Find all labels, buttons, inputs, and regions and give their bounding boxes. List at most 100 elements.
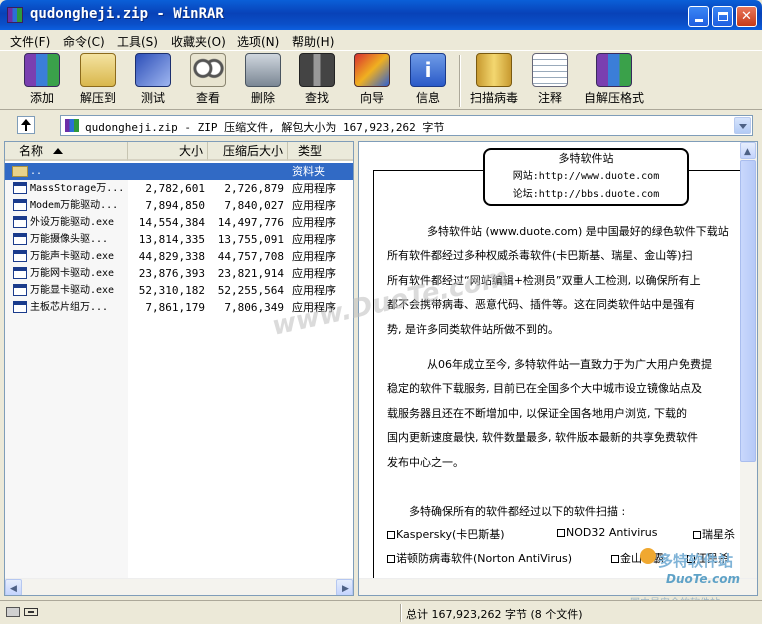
status-bar: 总计 167,923,262 字节 (8 个文件): [0, 600, 762, 624]
add-archive-icon: [24, 53, 60, 87]
folder-icon: [12, 166, 28, 177]
exe-file-icon: [13, 301, 27, 313]
sfx-button[interactable]: 自解压格式: [584, 53, 644, 109]
drive-icon[interactable]: [6, 607, 20, 617]
delete-icon: [245, 53, 281, 87]
checkbox-icon: [387, 531, 395, 539]
minimize-button[interactable]: [688, 6, 709, 27]
view-button[interactable]: 查看: [182, 53, 234, 109]
info-icon: i: [410, 53, 446, 87]
comment-button[interactable]: 注释: [524, 53, 576, 109]
comment-header-site: 网站:http://www.duote.com: [512, 171, 660, 182]
table-row[interactable]: 万能声卡驱动.exe 44,829,338 44,757,708 应用程序: [5, 248, 353, 265]
extract-to-button[interactable]: 解压到: [72, 53, 124, 109]
duote-logo-icon: [640, 548, 656, 564]
exe-file-icon: [13, 182, 27, 194]
exe-file-icon: [13, 250, 27, 262]
table-row[interactable]: 万能显卡驱动.exe 52,310,182 52,255,564 应用程序: [5, 282, 353, 299]
maximize-icon: [717, 12, 728, 21]
comment-line: 势, 是许多同类软件站所做不到的。: [387, 323, 559, 336]
column-header-name[interactable]: 名称: [5, 142, 128, 161]
test-icon: [135, 53, 171, 87]
delete-button[interactable]: 删除: [237, 53, 289, 109]
scroll-right-button[interactable]: ▶: [336, 579, 353, 595]
chevron-right-icon: ▶: [342, 584, 349, 594]
close-button[interactable]: ✕: [736, 6, 757, 27]
scroll-up-button[interactable]: ▲: [740, 142, 756, 159]
status-text: 总计 167,923,262 字节 (8 个文件): [406, 608, 583, 621]
key-icon[interactable]: [24, 608, 38, 616]
wizard-button[interactable]: 向导: [346, 53, 398, 109]
sort-ascending-icon: [53, 148, 64, 154]
menu-tools[interactable]: 工具(S): [117, 33, 158, 50]
checkbox-icon: [557, 529, 565, 537]
wizard-icon: [354, 53, 390, 87]
chevron-up-icon: ▲: [744, 147, 751, 157]
virus-scan-button[interactable]: 扫描病毒: [467, 53, 521, 109]
find-icon: [299, 53, 335, 87]
extract-to-icon: [80, 53, 116, 87]
address-field[interactable]: qudongheji.zip - ZIP 压缩文件, 解包大小为 167,923…: [60, 115, 753, 136]
column-header-size[interactable]: 大小: [128, 142, 208, 161]
window-title: qudongheji.zip - WinRAR: [30, 6, 224, 22]
address-bar: qudongheji.zip - ZIP 压缩文件, 解包大小为 167,923…: [0, 111, 762, 139]
status-divider: [400, 604, 402, 622]
menu-favorites[interactable]: 收藏夹(O): [171, 33, 226, 50]
checkbox-icon: [693, 531, 701, 539]
comment-line: 从06年成立至今, 多特软件站一直致力于为广大用户免费提: [427, 358, 712, 371]
table-row[interactable]: 外设万能驱动.exe 14,554,384 14,497,776 应用程序: [5, 214, 353, 231]
title-bar: qudongheji.zip - WinRAR ✕: [0, 0, 762, 30]
comment-icon: [532, 53, 568, 87]
virus-scan-icon: [476, 53, 512, 87]
menu-commands[interactable]: 命令(C): [63, 33, 105, 50]
comment-line: 多特软件站 (www.duote.com) 是中国最好的绿色软件下载站: [427, 225, 729, 238]
chevron-down-icon: [739, 124, 747, 129]
up-folder-button[interactable]: [17, 116, 35, 134]
toolbar: 添加 解压到 测试 查看 删除 查找 向导 i 信息 扫描病毒 注释 自解压格式: [0, 50, 762, 110]
column-header-packed[interactable]: 压缩后大小: [208, 142, 288, 161]
info-button[interactable]: i 信息: [402, 53, 454, 109]
chevron-left-icon: ◀: [10, 584, 17, 594]
comment-header-box: 多特软件站 网站:http://www.duote.com 论坛:http://…: [483, 148, 689, 206]
menu-options[interactable]: 选项(N): [237, 33, 279, 50]
menu-file[interactable]: 文件(F): [10, 33, 50, 50]
exe-file-icon: [13, 199, 27, 211]
comment-line: 国内更新速度最快, 软件数量最多, 软件版本最新的共享免费软件: [387, 431, 698, 444]
minimize-icon: [694, 19, 703, 22]
horizontal-scrollbar[interactable]: ◀ ▶: [5, 578, 353, 595]
table-row[interactable]: MassStorage万... 2,782,601 2,726,879 应用程序: [5, 180, 353, 197]
comment-header-forum: 论坛:http://bbs.duote.com: [512, 189, 660, 200]
comment-viewer: 多特软件站 网站:http://www.duote.com 论坛:http://…: [358, 141, 758, 596]
comment-line: 发布中心之一。: [387, 456, 464, 469]
file-list: 名称 大小 压缩后大小 类型 .. 资料夹 MassStorage万... 2,…: [4, 141, 354, 596]
vertical-scrollbar[interactable]: ▲: [740, 142, 757, 579]
exe-file-icon: [13, 267, 27, 279]
add-button[interactable]: 添加: [16, 53, 68, 109]
table-row[interactable]: 万能摄像头驱... 13,814,335 13,755,091 应用程序: [5, 231, 353, 248]
exe-file-icon: [13, 284, 27, 296]
table-row-parent[interactable]: .. 资料夹: [5, 163, 353, 180]
find-button[interactable]: 查找: [291, 53, 343, 109]
table-row[interactable]: Modem万能驱动... 7,894,850 7,840,027 应用程序: [5, 197, 353, 214]
address-text: qudongheji.zip - ZIP 压缩文件, 解包大小为 167,923…: [85, 121, 445, 134]
table-row[interactable]: 万能网卡驱动.exe 23,876,393 23,821,914 应用程序: [5, 265, 353, 282]
test-button[interactable]: 测试: [127, 53, 179, 109]
duote-logo-watermark: 多特软件站 DuoTe.com 国内最安全的软件站: [630, 548, 760, 609]
archive-icon: [65, 119, 79, 132]
scan-intro: 多特确保所有的软件都经过以下的软件扫描 :: [409, 505, 626, 518]
address-dropdown-button[interactable]: [734, 117, 751, 134]
comment-line: 稳定的软件下载服务, 目前已在全国多个大中城市设立镜像站点及: [387, 382, 702, 395]
view-icon: [190, 53, 226, 87]
menu-bar: 文件(F) 命令(C) 工具(S) 收藏夹(O) 选项(N) 帮助(H): [0, 30, 762, 50]
checkbox-icon: [611, 555, 619, 563]
comment-line: 所有软件都经过多种权威杀毒软件(卡巴斯基、瑞星、金山等)扫: [387, 249, 693, 262]
menu-help[interactable]: 帮助(H): [292, 33, 334, 50]
winrar-app-icon: [7, 7, 23, 23]
toolbar-separator: [459, 55, 461, 107]
exe-file-icon: [13, 216, 27, 228]
maximize-button[interactable]: [712, 6, 733, 27]
scroll-left-button[interactable]: ◀: [5, 579, 22, 595]
column-header-type[interactable]: 类型: [288, 142, 353, 161]
comment-line: 载服务器且还在不断增加中, 以保证全国各地用户浏览, 下载的: [387, 407, 687, 420]
scroll-thumb[interactable]: [740, 160, 756, 462]
